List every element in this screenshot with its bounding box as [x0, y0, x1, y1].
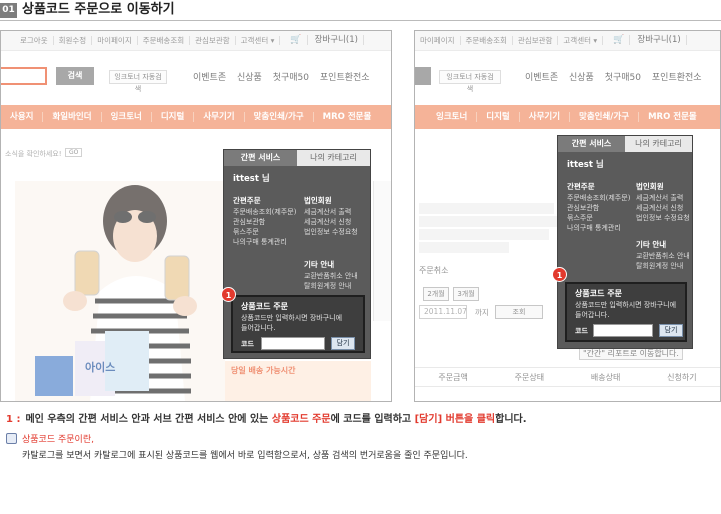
- instruction-number: 1 :: [6, 414, 21, 425]
- panel-tabs: 간편 서비스 나의 카테고리: [224, 150, 370, 166]
- menu-item[interactable]: 탈회원계정 안내: [304, 281, 358, 291]
- product-code-title: 상품코드 주문: [241, 302, 288, 311]
- menu-item[interactable]: 교환반품취소 안내: [636, 251, 690, 261]
- menu-item[interactable]: 묶스주문: [233, 227, 296, 237]
- menu-item[interactable]: 교환반품취소 안내: [304, 271, 358, 281]
- product-code-desc: 상품코드만 입력하시면 장바구니에 들어갑니다.: [241, 314, 343, 332]
- section-title: 상품코드 주문으로 이동하기: [22, 2, 175, 17]
- etc-title: 기타 안내: [636, 240, 667, 249]
- user-name: ittest 님: [567, 160, 604, 170]
- step-badge: 1: [552, 267, 567, 282]
- quick-service-panel: 간편 서비스 나의 카테고리 ittest 님 간편주문 주문배송조회(제주문)…: [223, 149, 371, 359]
- corporate-title: 법인회원: [636, 182, 664, 191]
- quick-service-panel: 간편 서비스 나의 카테고리 ittest 님 간편주문 주문배송조회(제주문)…: [557, 135, 693, 349]
- product-code-input[interactable]: [261, 337, 325, 350]
- menu-item[interactable]: 법인정보 수정요청: [636, 213, 690, 223]
- step-badge: 1: [221, 287, 236, 302]
- product-code-desc: 상품코드만 입력하시면 장바구니에 들어갑니다.: [575, 301, 677, 319]
- menu-item[interactable]: 묶스주문: [567, 213, 630, 223]
- highlight-product-code: 상품코드 주문: [271, 414, 331, 425]
- menu-item[interactable]: 탈회원계정 안내: [636, 261, 690, 271]
- header-divider: [0, 20, 721, 21]
- menu-item[interactable]: 주문배송조회(제주문): [233, 207, 296, 217]
- menu-item[interactable]: 관심보관함: [567, 203, 630, 213]
- main-page-screenshot: 로그아웃 회원수정 마이페이지 주문배송조회 관심보관함 고객센터 ▾ 🛒 장바구…: [0, 30, 392, 402]
- quick-order-menu: 간편주문 주문배송조회(제주문) 관심보관함 묶스주문 나의구매 통계관리: [567, 182, 630, 233]
- sub-page-screenshot: 마이페이지 주문배송조회 관심보관함 고객센터 ▾ 🛒 장바구니(1) 잉크토너 …: [414, 30, 721, 402]
- menu-item[interactable]: 나의구매 통계관리: [233, 237, 296, 247]
- corporate-title: 법인회원: [304, 196, 332, 205]
- menu-item[interactable]: 나의구매 통계관리: [567, 223, 630, 233]
- code-label: 코드: [575, 327, 588, 335]
- info-icon: [6, 433, 17, 444]
- menu-item[interactable]: 세금계산서 출력: [304, 207, 358, 217]
- product-code-order-box: 상품코드 주문 상품코드만 입력하시면 장바구니에 들어갑니다. 코드 담기: [565, 282, 687, 342]
- tab-my-category[interactable]: 나의 카테고리: [625, 136, 692, 152]
- quick-order-title: 간편주문: [567, 182, 595, 191]
- menu-item[interactable]: 세금계산서 신청: [304, 217, 358, 227]
- instruction-text: 1 : 메인 우측의 간편 서비스 안과 서브 간편 서비스 안에 있는 상품코드…: [6, 414, 527, 425]
- step-number: 01: [0, 3, 17, 18]
- etc-menu: 기타 안내 교환반품취소 안내 탈회원계정 안내: [636, 240, 690, 271]
- info-heading: 상품코드 주문이란,: [22, 435, 94, 445]
- product-code-title: 상품코드 주문: [575, 289, 622, 298]
- corporate-menu: 법인회원 세금계산서 출력 세금계산서 신청 법인정보 수정요청: [636, 182, 690, 223]
- menu-item[interactable]: 세금계산서 신청: [636, 203, 690, 213]
- quick-order-menu: 간편주문 주문배송조회(제주문) 관심보관함 묶스주문 나의구매 통계관리: [233, 196, 296, 247]
- etc-menu: 기타 안내 교환반품취소 안내 탈회원계정 안내: [304, 260, 358, 291]
- panel-tabs: 간편 서비스 나의 카테고리: [558, 136, 692, 152]
- code-label: 코드: [241, 340, 254, 348]
- menu-item[interactable]: 관심보관함: [233, 217, 296, 227]
- info-body: 카탈로그를 보면서 카탈로그에 표시된 상품코드를 웹에서 바로 입력함으로서,…: [22, 451, 468, 461]
- menu-item[interactable]: 주문배송조회(제주문): [567, 193, 630, 203]
- tab-my-category[interactable]: 나의 카테고리: [297, 150, 370, 166]
- menu-item[interactable]: 법인정보 수정요청: [304, 227, 358, 237]
- product-code-order-box: 상품코드 주문 상품코드만 입력하시면 장바구니에 들어갑니다. 코드 담기: [231, 295, 365, 353]
- corporate-menu: 법인회원 세금계산서 출력 세금계산서 신청 법인정보 수정요청: [304, 196, 358, 237]
- tab-quick-service[interactable]: 간편 서비스: [224, 150, 297, 166]
- etc-title: 기타 안내: [304, 260, 335, 269]
- menu-item[interactable]: 세금계산서 출력: [636, 193, 690, 203]
- tab-quick-service[interactable]: 간편 서비스: [558, 136, 625, 152]
- user-name: ittest 님: [233, 174, 270, 184]
- quick-order-title: 간편주문: [233, 196, 261, 205]
- add-to-cart-button[interactable]: 담기: [659, 324, 683, 337]
- product-code-input[interactable]: [593, 324, 653, 337]
- add-to-cart-button[interactable]: 담기: [331, 337, 355, 350]
- highlight-add-button: [담기] 버튼을 클릭: [414, 414, 496, 425]
